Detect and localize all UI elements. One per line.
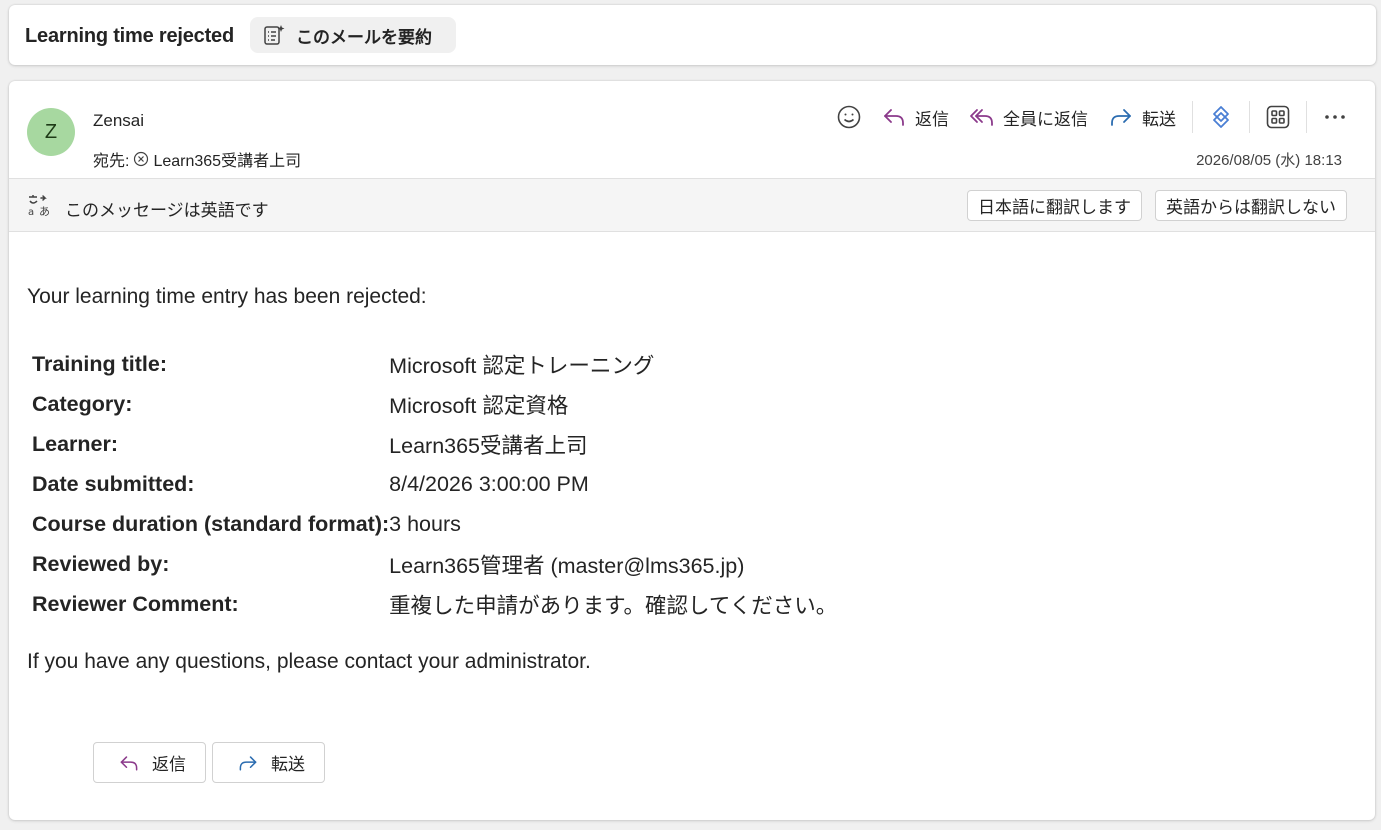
table-row: Learner: Learn365受講者上司 xyxy=(32,424,837,464)
subject-bar: Learning time rejected このメールを要約 xyxy=(9,5,1376,65)
details-table: Training title: Microsoft 認定トレーニング Categ… xyxy=(32,344,837,624)
forward-icon xyxy=(1111,109,1131,126)
loop-button[interactable] xyxy=(1199,99,1243,135)
actions-divider xyxy=(1306,101,1307,133)
translate-button[interactable]: 日本語に翻訳します xyxy=(967,190,1142,221)
reply-all-button[interactable]: 全員に返信 xyxy=(959,99,1098,135)
to-prefix: 宛先: xyxy=(93,153,130,170)
emoji-icon xyxy=(837,105,861,129)
detail-value: Learn365管理者 (master@lms365.jp) xyxy=(389,553,745,578)
detail-label: Reviewer Comment: xyxy=(32,591,239,616)
table-row: Training title: Microsoft 認定トレーニング xyxy=(32,344,837,384)
detail-label: Training title: xyxy=(32,351,167,376)
apps-button[interactable] xyxy=(1256,99,1300,135)
detail-value: Learn365受講者上司 xyxy=(389,433,588,458)
detail-value: 3 hours xyxy=(389,511,461,536)
detail-label: Category: xyxy=(32,391,133,416)
reply-label: 返信 xyxy=(915,109,949,129)
translation-bar: a あ このメッセージは英語です 日本語に翻訳します 英語からは翻訳しない xyxy=(9,178,1375,232)
footer-reply-button[interactable]: 返信 xyxy=(93,742,206,783)
svg-text:あ: あ xyxy=(39,205,50,218)
footer-forward-label: 転送 xyxy=(271,755,305,774)
table-row: Course duration (standard format): 3 hou… xyxy=(32,504,837,544)
reply-icon xyxy=(120,755,138,771)
reply-all-icon xyxy=(970,109,993,126)
table-row: Reviewer Comment: 重複した申請があります。確認してください。 xyxy=(32,584,837,624)
loop-icon xyxy=(1213,106,1229,128)
recipient-name[interactable]: Learn365受講者上司 xyxy=(153,147,301,171)
forward-button[interactable]: 転送 xyxy=(1098,99,1186,135)
reply-icon xyxy=(884,109,904,126)
footer-reply-label: 返信 xyxy=(152,755,186,774)
table-row: Date submitted: 8/4/2026 3:00:00 PM xyxy=(32,464,837,504)
more-icon xyxy=(1325,115,1345,119)
forward-icon xyxy=(239,755,257,771)
table-row: Reviewed by: Learn365管理者 (master@lms365.… xyxy=(32,544,837,584)
recipient-line: 宛先: Learn365受講者上司 xyxy=(93,147,301,171)
svg-text:a: a xyxy=(28,207,34,218)
apps-icon xyxy=(1266,105,1290,129)
email-subject: Learning time rejected xyxy=(25,25,234,47)
summary-icon xyxy=(264,25,285,45)
translation-message: このメッセージは英語です xyxy=(65,201,269,220)
detail-label: Course duration (standard format): xyxy=(32,511,390,536)
never-translate-button[interactable]: 英語からは翻訳しない xyxy=(1155,190,1347,221)
detail-value: 重複した申請があります。確認してください。 xyxy=(389,593,838,618)
translate-icon: a あ xyxy=(28,195,50,218)
table-row: Category: Microsoft 認定資格 xyxy=(32,384,837,424)
detail-value: Microsoft 認定トレーニング xyxy=(389,353,655,378)
reply-button[interactable]: 返信 xyxy=(871,99,959,135)
sender-avatar[interactable]: Z xyxy=(27,108,75,156)
forward-label: 転送 xyxy=(1142,109,1176,129)
reaction-button[interactable] xyxy=(827,99,871,135)
message-actions: 返信 全員に返信 転送 xyxy=(827,99,1357,135)
reply-all-label: 全員に返信 xyxy=(1003,109,1088,129)
body-outro: If you have any questions, please contac… xyxy=(27,650,591,673)
actions-divider xyxy=(1249,101,1250,133)
more-actions-button[interactable] xyxy=(1313,99,1357,135)
footer-forward-button[interactable]: 転送 xyxy=(212,742,325,783)
body-intro: Your learning time entry has been reject… xyxy=(27,285,427,308)
dismiss-circle-icon xyxy=(134,151,149,167)
sent-date: 2026/08/05 (水) 18:13 xyxy=(1196,152,1342,169)
sender-name[interactable]: Zensai xyxy=(93,111,144,131)
detail-value: Microsoft 認定資格 xyxy=(389,393,569,418)
detail-label: Date submitted: xyxy=(32,471,195,496)
actions-divider xyxy=(1192,101,1193,133)
detail-value: 8/4/2026 3:00:00 PM xyxy=(389,471,589,496)
detail-label: Learner: xyxy=(32,431,119,456)
message-card: Z Zensai 宛先: Learn365受講者上司 返信 全員に返信 転送 2… xyxy=(9,81,1375,820)
detail-label: Reviewed by: xyxy=(32,551,170,576)
summarize-email-button[interactable]: このメールを要約 xyxy=(250,17,456,53)
summarize-label: このメールを要約 xyxy=(296,27,432,47)
